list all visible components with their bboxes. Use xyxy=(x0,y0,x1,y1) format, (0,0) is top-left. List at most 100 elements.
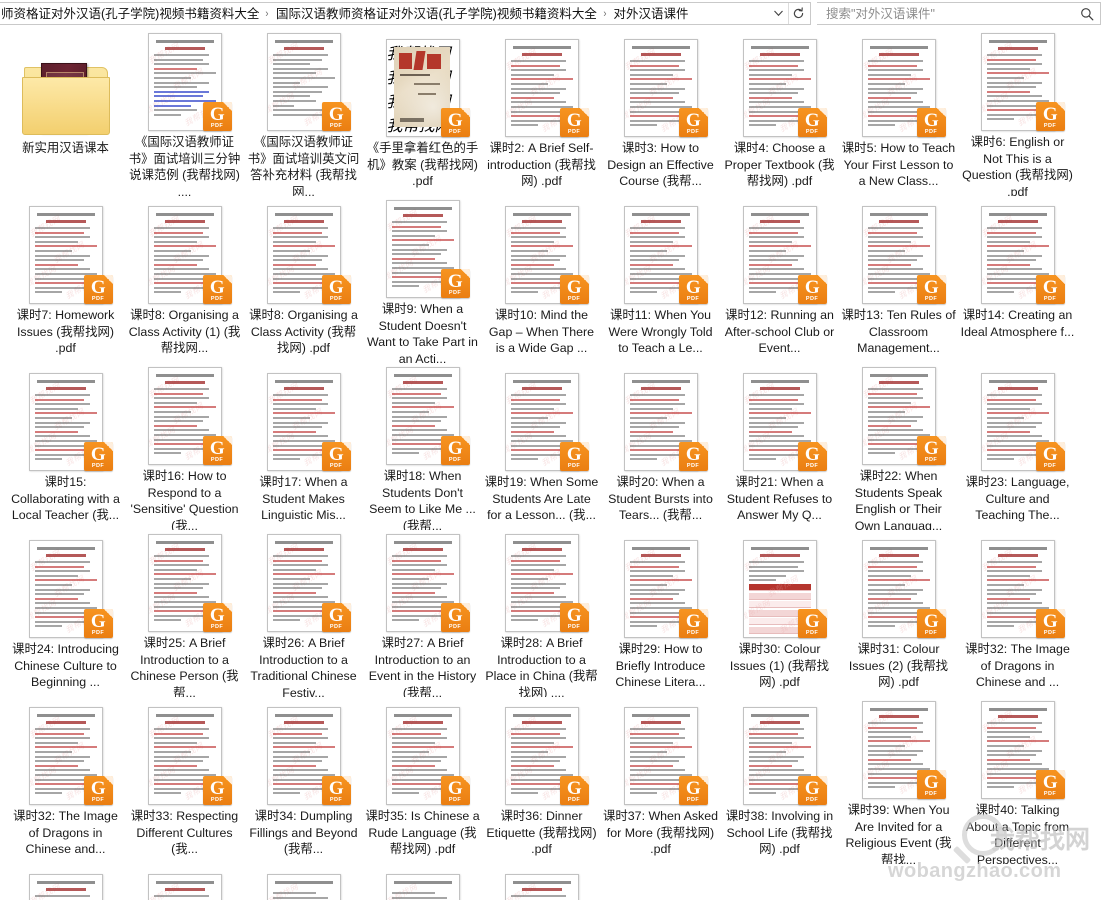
file-thumbnail[interactable]: 我帮找网我帮找网我帮找网我帮找网GPDF xyxy=(256,534,352,632)
file-item[interactable]: 我帮找网 我帮找网 我帮找网 我帮找网 G PDF 课时21: When a Student… xyxy=(720,363,839,530)
file-thumbnail[interactable]: 我帮找网我帮找网我帮找网我帮找网GPDF xyxy=(494,868,590,900)
file-thumbnail[interactable] xyxy=(18,33,114,137)
file-item[interactable]: 我帮找网我帮找网我帮找网我帮找网GPDF课时42: Giving up My S… xyxy=(125,864,244,900)
file-thumbnail[interactable]: 我帮找网我帮找网我帮找网我帮找网GPDF xyxy=(732,33,828,137)
file-item[interactable]: 我帮找网我帮找网我帮找网我帮找网GPDF说课试讲材料3 (网络实战) (我帮找网… xyxy=(363,864,482,900)
file-thumbnail[interactable]: 我帮找网我帮找网我帮找网我帮找网GPDF xyxy=(732,200,828,304)
file-item[interactable]: 我帮找网 我帮找网 我帮找网 我帮找网 G PDF 课时37: When Asked for… xyxy=(601,697,720,864)
file-thumbnail[interactable]: 我帮找网我帮找网我帮找网我帮找网GPDF xyxy=(851,33,947,137)
file-thumbnail[interactable]: 我帮找网我帮找网我帮找网我帮找网GPDF xyxy=(970,33,1066,131)
file-thumbnail[interactable]: 我帮找网我帮找网我帮找网我帮找网GPDF xyxy=(494,200,590,304)
file-item[interactable]: 我帮找网 我帮找网 我帮找网 我帮找网 G PDF 课时15: Collaborating … xyxy=(6,363,125,530)
file-thumbnail[interactable]: 我帮找网我帮找网我帮找网我帮找网GPDF xyxy=(970,200,1066,304)
file-thumbnail[interactable]: 我帮找网我帮找网我帮找网我帮找网GPDF xyxy=(256,33,352,131)
file-thumbnail[interactable]: 我帮找网我帮找网我帮找网我帮找网GPDF xyxy=(137,701,233,805)
file-item[interactable]: 我帮找网 我帮找网 我帮找网 我帮找网 G PDF 课时26: A Brief Introd… xyxy=(244,530,363,697)
file-item[interactable]: 我帮找网 我帮找网 我帮找网 我帮找网 G PDF 课时11: When You Were … xyxy=(601,196,720,363)
file-thumbnail[interactable]: 我帮找网我帮找网我帮找网我帮找网GPDF xyxy=(613,534,709,638)
file-thumbnail[interactable]: 我帮找网我帮找网我帮找网我帮找网GPDF xyxy=(970,367,1066,471)
file-item[interactable]: 我帮找网 我帮找网 我帮找网 我帮找网 G PDF 课时6: English or Not … xyxy=(958,29,1077,196)
file-item[interactable]: 我帮找网 我帮找网 我帮找网 我帮找网 G PDF 课时36: Dinner Etiquet… xyxy=(482,697,601,864)
file-thumbnail[interactable]: 我帮找网我帮找网我帮找网我帮找网GPDF xyxy=(137,534,233,632)
file-item[interactable]: 我帮找网 我帮找网 我帮找网 我帮找网 G PDF 课时27: A Brief Introd… xyxy=(363,530,482,697)
file-item[interactable]: 我帮找网我帮找网我帮找网我帮找网GPDF三分钟说课范例2-瓶子老师 (我帮找网)… xyxy=(244,864,363,900)
file-thumbnail[interactable]: 我帮找网我帮找网我帮找网我帮找网GPDF xyxy=(494,33,590,137)
search-box[interactable]: 搜索"对外汉语课件" xyxy=(817,2,1101,25)
file-thumbnail[interactable]: 我帮找网我帮找网我帮找网我帮找网GPDF xyxy=(18,534,114,638)
file-thumbnail[interactable]: 我帮找网我帮找网我帮找网我帮找网GPDF xyxy=(613,200,709,304)
file-thumbnail[interactable]: 我帮找网我帮找网我帮找网我帮找网GPDF xyxy=(494,701,590,805)
file-item[interactable]: 我帮找网 我帮找网 我帮找网 我帮找网 G PDF 课时33: Respecting Dif… xyxy=(125,697,244,864)
file-item[interactable]: 我帮找网 我帮找网 我帮找网 我帮找网 G PDF 课时13: Ten Rules of C… xyxy=(839,196,958,363)
file-thumbnail[interactable]: 我帮找网我帮找网我帮找网我帮找网GPDF xyxy=(375,367,471,465)
file-item[interactable]: 我帮找网 我帮找网 我帮找网 我帮找网 G PDF 《国际汉语教师证书》面试培训三分钟说课范… xyxy=(125,29,244,196)
file-item[interactable]: 我帮找网 我帮找网 我帮找网 我帮找网 G PDF 课时14: Creating an Id… xyxy=(958,196,1077,363)
file-item[interactable]: 我帮找网 我帮找网 我帮找网 我帮找网 G PDF 课时22: When Students … xyxy=(839,363,958,530)
file-item[interactable]: 我帮找网 我帮找网 我帮找网 我帮找网 G PDF 课时4: Choose a Proper… xyxy=(720,29,839,196)
file-thumbnail[interactable]: 我帮找网我帮找网我帮找网我帮找网GPDF xyxy=(375,200,471,298)
address-bar[interactable]: 师资格证对外汉语(孔子学院)视频书籍资料大全 › 国际汉语教师资格证对外汉语(孔… xyxy=(0,2,811,25)
file-thumbnail[interactable]: 我帮找网我帮找网我帮找网我帮找网GPDF xyxy=(851,200,947,304)
file-thumbnail[interactable]: 我帮找网我帮找网我帮找网我帮找网GPDF xyxy=(851,367,947,465)
breadcrumb-item-0[interactable]: 师资格证对外汉语(孔子学院)视频书籍资料大全 xyxy=(2,6,261,22)
file-thumbnail[interactable]: 我帮找网我帮找网我帮找网我帮找网GPDF xyxy=(137,200,233,304)
file-item[interactable]: 我帮找网 我帮找网 我帮找网 我帮找网 G PDF 课时7: Homework Issues… xyxy=(6,196,125,363)
file-thumbnail[interactable]: 我帮找网我帮找网我帮找网我帮找网GPDF xyxy=(375,701,471,805)
file-item[interactable]: 我帮找网 我帮找网 我帮找网 我帮找网 G PDF 课时2: A Brief Self-in… xyxy=(482,29,601,196)
file-thumbnail[interactable]: 我帮找网我帮找网我帮找网我帮找网GPDF xyxy=(375,33,471,137)
search-icon[interactable] xyxy=(1078,5,1096,23)
file-item[interactable]: 我帮找网 我帮找网 我帮找网 我帮找网 G PDF 课时23: Language, Cult… xyxy=(958,363,1077,530)
file-thumbnail[interactable]: 我帮找网我帮找网我帮找网我帮找网GPDF xyxy=(137,33,233,131)
file-item[interactable]: 我帮找网 我帮找网 我帮找网 我帮找网 G PDF 课时39: When You Are I… xyxy=(839,697,958,864)
file-thumbnail[interactable]: 我帮找网我帮找网我帮找网我帮找网GPDF xyxy=(137,367,233,465)
file-thumbnail[interactable]: 我帮找网我帮找网我帮找网我帮找网GPDF xyxy=(494,534,590,632)
file-thumbnail[interactable]: 我帮找网我帮找网我帮找网我帮找网GPDF xyxy=(494,367,590,471)
file-item[interactable]: 我帮找网 我帮找网 我帮找网 我帮找网 G PDF 课时34: Dumpling Filli… xyxy=(244,697,363,864)
file-thumbnail[interactable]: 我帮找网我帮找网我帮找网我帮找网GPDF xyxy=(18,701,114,805)
file-thumbnail[interactable]: 我帮找网我帮找网我帮找网我帮找网GPDF xyxy=(732,534,828,638)
file-item[interactable]: 我帮找网 我帮找网 我帮找网 我帮找网 G PDF 课时10: Mind the Gap –… xyxy=(482,196,601,363)
file-thumbnail[interactable]: 我帮找网我帮找网我帮找网我帮找网GPDF xyxy=(613,33,709,137)
file-thumbnail[interactable]: 我帮找网我帮找网我帮找网我帮找网GPDF xyxy=(851,701,947,799)
file-item[interactable]: 我帮找网 我帮找网 我帮找网 我帮找网 G PDF 课时35: Is Chinese a R… xyxy=(363,697,482,864)
file-item[interactable]: 我帮找网 我帮找网 我帮找网 我帮找网 G PDF 课时8: Organising a Cl… xyxy=(244,196,363,363)
file-item[interactable]: 我帮找网 我帮找网 我帮找网 我帮找网 G PDF 课时24: Introducing Ch… xyxy=(6,530,125,697)
file-thumbnail[interactable]: 我帮找网我帮找网我帮找网我帮找网GPDF xyxy=(256,367,352,471)
file-thumbnail[interactable]: 我帮找网我帮找网我帮找网我帮找网GPDF xyxy=(256,701,352,805)
file-thumbnail[interactable]: 我帮找网我帮找网我帮找网我帮找网GPDF xyxy=(970,534,1066,638)
file-item[interactable]: 我帮找网 我帮找网 我帮找网 我帮找网 G PDF 课时25: A Brief Introd… xyxy=(125,530,244,697)
file-thumbnail[interactable]: 我帮找网我帮找网我帮找网我帮找网GPDF xyxy=(970,701,1066,799)
file-item[interactable]: 我帮找网 我帮找网 我帮找网 我帮找网 G PDF 课时8: Organising a Cl… xyxy=(125,196,244,363)
file-item[interactable]: 我帮找网 我帮找网 我帮找网 我帮找网 G PDF 课时28: A Brief Introd… xyxy=(482,530,601,697)
file-item[interactable]: 我帮找网 我帮找网 我帮找网 我帮找网 G PDF 课时12: Running an Aft… xyxy=(720,196,839,363)
file-thumbnail[interactable]: 我帮找网我帮找网我帮找网我帮找网GPDF xyxy=(375,868,471,900)
file-item[interactable]: 我帮找网 我帮找网 我帮找网 我帮找网 G PDF 课时32: The Image of D… xyxy=(958,530,1077,697)
breadcrumb-item-2[interactable]: 对外汉语课件 xyxy=(612,6,691,22)
file-item[interactable]: 我帮找网 我帮找网 我帮找网 我帮找网 G PDF 课时31: Colour Issues … xyxy=(839,530,958,697)
file-item[interactable]: 我帮找网 我帮找网 我帮找网 我帮找网 G PDF 课时16: How to Respond… xyxy=(125,363,244,530)
file-item[interactable]: 我帮找网 我帮找网 我帮找网 我帮找网 G PDF 课时5: How to Teach Yo… xyxy=(839,29,958,196)
file-item[interactable]: 我帮找网 我帮找网 我帮找网 我帮找网 G PDF 《国际汉语教师证书》面试培训英文问答补充… xyxy=(244,29,363,196)
file-item[interactable]: 我帮找网 我帮找网 我帮找网 我帮找网 G PDF 课时32: The Image of D… xyxy=(6,697,125,864)
file-thumbnail[interactable]: 我帮找网我帮找网我帮找网我帮找网GPDF xyxy=(613,701,709,805)
file-item[interactable]: 我帮找网 我帮找网 我帮找网 我帮找网 G PDF 课时20: When a Student… xyxy=(601,363,720,530)
file-thumbnail[interactable]: 我帮找网我帮找网我帮找网我帮找网GPDF xyxy=(256,868,352,900)
file-thumbnail[interactable]: 我帮找网我帮找网我帮找网我帮找网GPDF xyxy=(732,367,828,471)
file-item[interactable]: 我帮找网 我帮找网 我帮找网 我帮找网 G PDF 课时18: When Students … xyxy=(363,363,482,530)
file-thumbnail[interactable]: 我帮找网我帮找网我帮找网我帮找网GPDF xyxy=(18,868,114,900)
file-item[interactable]: 我帮找网 我帮找网 我帮找网 我帮找网 G PDF 课时19: When Some Stud… xyxy=(482,363,601,530)
file-thumbnail[interactable]: 我帮找网我帮找网我帮找网我帮找网GPDF xyxy=(137,868,233,900)
file-grid[interactable]: 新实用汉语课本 我帮找网 我帮找网 我帮找网 我帮找网 G PDF 《国际汉语教师证书》面试培… xyxy=(0,27,1104,900)
file-item[interactable]: 我帮找网 我帮找网 我帮找网 我帮找网 G PDF 课时30: Colour Issues … xyxy=(720,530,839,697)
file-thumbnail[interactable]: 我帮找网我帮找网我帮找网我帮找网GPDF xyxy=(851,534,947,638)
file-item[interactable]: 我帮找网 我帮找网 我帮找网 我帮找网 G PDF 课时17: When a Student… xyxy=(244,363,363,530)
chevron-down-icon[interactable] xyxy=(768,3,788,24)
file-item[interactable]: 我帮找网 我帮找网 我帮找网 我帮找网 G PDF 课时29: How to Briefly… xyxy=(601,530,720,697)
folder-item[interactable]: 新实用汉语课本 xyxy=(6,29,125,196)
file-item[interactable]: 我帮找网 我帮找网 我帮找网 我帮找网 G PDF 课时3: How to Design a… xyxy=(601,29,720,196)
file-thumbnail[interactable]: 我帮找网我帮找网我帮找网我帮找网GPDF xyxy=(732,701,828,805)
file-item[interactable]: 我帮找网 我帮找网 我帮找网 我帮找网 G PDF 课时40: Talking About … xyxy=(958,697,1077,864)
file-thumbnail[interactable]: 我帮找网我帮找网我帮找网我帮找网GPDF xyxy=(256,200,352,304)
file-item[interactable]: 我帮找网 我帮找网 我帮找网 我帮找网 G PDF 课时9: When a Student … xyxy=(363,196,482,363)
file-thumbnail[interactable]: 我帮找网我帮找网我帮找网我帮找网GPDF xyxy=(18,200,114,304)
